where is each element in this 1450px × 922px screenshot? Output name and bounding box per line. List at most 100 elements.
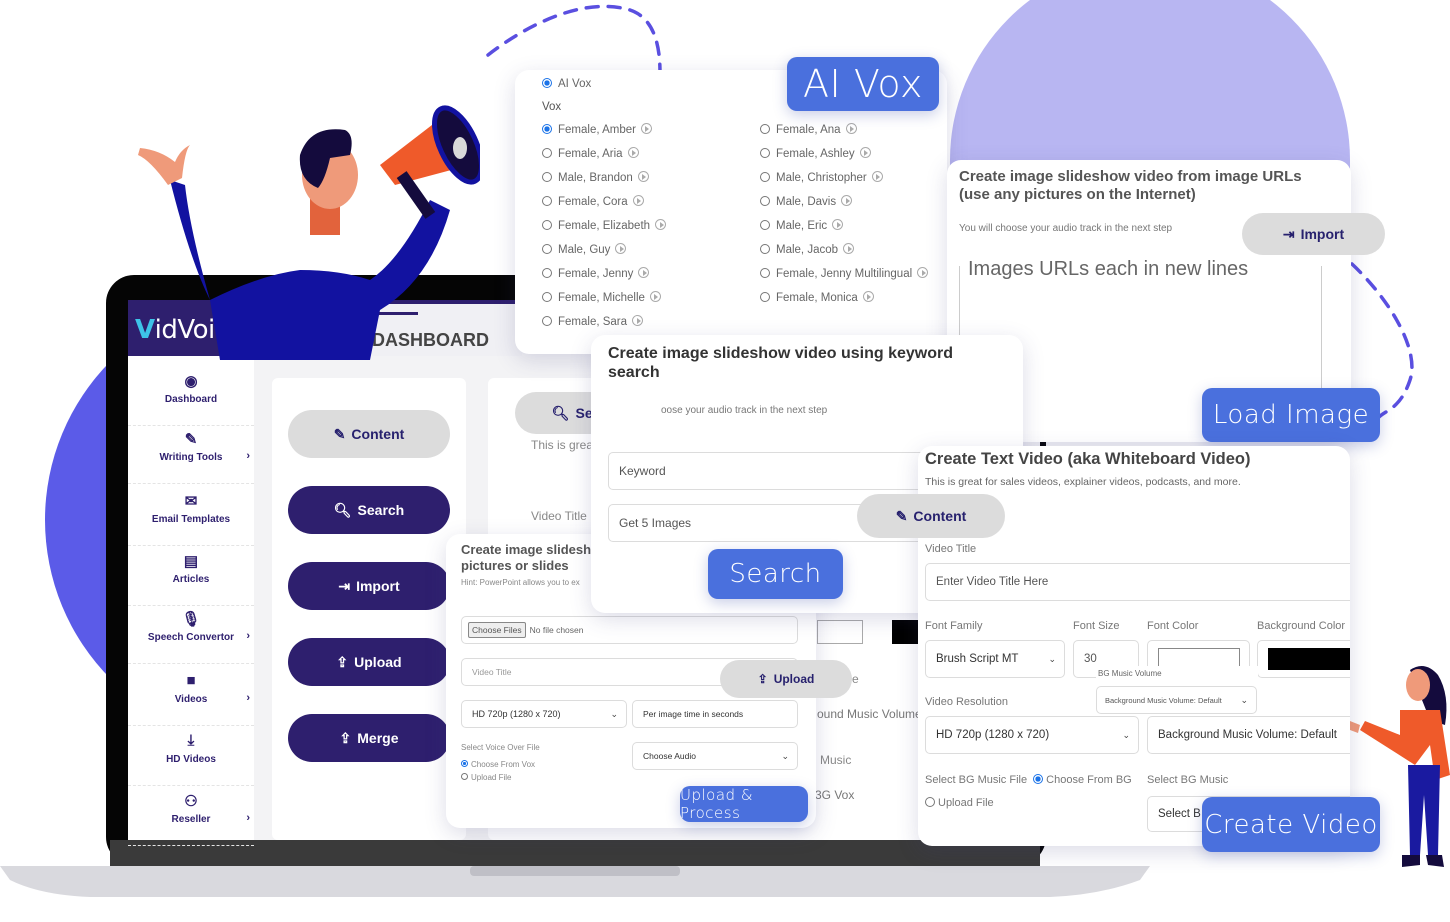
play-preview-icon[interactable]: [871, 171, 883, 183]
play-preview-icon[interactable]: [638, 267, 650, 279]
voice-option[interactable]: Female, Jenny Multilingual: [760, 267, 929, 280]
pencil-icon: ✎: [895, 507, 908, 524]
envelope-icon: ✉: [184, 493, 198, 510]
voice-label: Female, Jenny Multilingual: [776, 268, 913, 280]
chevron-right-icon[interactable]: ›: [246, 450, 250, 462]
upload-icon: ⇪: [757, 672, 768, 686]
bg-music-label: Select BG Music: [1147, 774, 1229, 786]
voice-option[interactable]: Female, Ashley: [760, 147, 871, 160]
play-preview-icon[interactable]: [859, 147, 871, 159]
sidebar-item-reseller[interactable]: ⚇ Reseller ›: [128, 790, 254, 846]
play-preview-icon[interactable]: [615, 243, 627, 255]
keyword-input[interactable]: Keyword: [608, 452, 928, 490]
chevron-right-icon[interactable]: ›: [246, 630, 250, 642]
voice-label: Female, Elizabeth: [558, 220, 651, 232]
sidebar-item-dashboard[interactable]: ◉ Dashboard: [128, 370, 254, 426]
sidebar-item-videos[interactable]: ■ Videos ›: [128, 670, 254, 726]
voice-option[interactable]: Male, Christopher: [760, 171, 883, 184]
search-button[interactable]: 🔍︎ Search: [288, 486, 450, 534]
chevron-right-icon[interactable]: ›: [246, 812, 250, 824]
ai-vox-panel: AI Vox Vox Female, Amber Female, Aria Male…: [515, 70, 947, 354]
radio-empty-icon: [542, 219, 552, 230]
sidebar-item-hd-videos[interactable]: ⤓ HD Videos: [128, 730, 254, 786]
voice-option[interactable]: Male, Brandon: [542, 171, 649, 184]
voice-label: Female, Amber: [558, 124, 636, 136]
radio-empty-icon: [461, 773, 468, 781]
voice-option[interactable]: Female, Michelle: [542, 291, 661, 304]
bg-upload-file-radio[interactable]: Upload File: [925, 797, 994, 809]
text-video-title-input[interactable]: Enter Video Title Here: [925, 563, 1350, 601]
resolution-select[interactable]: HD 720p (1280 x 720) ⌄: [461, 700, 627, 728]
dashed-curve-top: [486, 4, 662, 77]
radio-upload-file[interactable]: Upload File: [461, 773, 511, 782]
file-input[interactable]: Choose Files No file chosen: [461, 616, 798, 644]
radio-empty-icon: [542, 243, 552, 254]
bg-font-color-swatch[interactable]: [817, 620, 863, 644]
per-image-time-input[interactable]: Per image time in seconds: [632, 700, 798, 728]
play-preview-icon[interactable]: [640, 123, 652, 135]
content-button[interactable]: ✎ Content: [288, 410, 450, 458]
choose-files-button[interactable]: Choose Files: [468, 622, 526, 638]
sidebar-item-articles[interactable]: ▤ Articles: [128, 550, 254, 606]
radio-empty-icon: [925, 797, 935, 808]
bg-music-volume-select[interactable]: Background Music Volume: Default: [1147, 716, 1350, 754]
play-preview-icon[interactable]: [832, 219, 844, 231]
play-preview-icon[interactable]: [917, 267, 929, 279]
upload-icon: ⇪: [339, 729, 352, 746]
voice-option[interactable]: Male, Eric: [760, 219, 844, 232]
text-video-resolution-select[interactable]: HD 720p (1280 x 720) ⌄: [925, 716, 1139, 754]
voice-option[interactable]: Female, Sara: [542, 315, 644, 328]
search-submit-button[interactable]: Search: [708, 549, 843, 599]
merge-button[interactable]: ⇪ Merge: [288, 714, 450, 762]
play-preview-icon[interactable]: [841, 195, 853, 207]
ai-vox-radio[interactable]: AI Vox: [542, 77, 591, 90]
video-title-label: Video Title: [925, 543, 977, 555]
upload-process-button[interactable]: Upload & Process: [680, 786, 808, 822]
voice-option[interactable]: Male, Guy: [542, 243, 627, 256]
play-preview-icon[interactable]: [845, 123, 857, 135]
create-video-button[interactable]: Create Video: [1202, 797, 1380, 852]
sidebar-item-speech-convertor[interactable]: 🎙 Speech Convertor ›: [128, 608, 254, 664]
radio-selected-icon[interactable]: [1033, 774, 1044, 785]
voice-option[interactable]: Female, Jenny: [542, 267, 650, 280]
play-preview-icon[interactable]: [649, 291, 661, 303]
radio-empty-icon: [760, 123, 770, 134]
bg-partial-music: Music: [820, 753, 852, 767]
chevron-down-icon: ⌄: [1240, 694, 1248, 705]
play-preview-icon[interactable]: [655, 219, 667, 231]
bg-music-volume-popup: BG Music Volume Background Music Volume:…: [1096, 666, 1258, 714]
play-preview-icon[interactable]: [637, 171, 649, 183]
import-button[interactable]: ⇥ Import: [288, 562, 450, 610]
voice-option[interactable]: Female, Aria: [542, 147, 639, 160]
play-preview-icon[interactable]: [862, 291, 874, 303]
bg-bg-color-swatch[interactable]: [892, 620, 920, 644]
sidebar-item-email-templates[interactable]: ✉ Email Templates: [128, 490, 254, 546]
voice-option[interactable]: Male, Jacob: [760, 243, 855, 256]
radio-choose-from-vox[interactable]: Choose From Vox: [461, 760, 535, 769]
voice-option[interactable]: Female, Ana: [760, 123, 857, 136]
content-pill[interactable]: ✎ Content: [857, 494, 1005, 538]
upload-pill[interactable]: ⇪ Upload: [720, 660, 852, 698]
sidebar-item-writing-tools[interactable]: ✎ Writing Tools ›: [128, 428, 254, 484]
image-urls-placeholder: Images URLs each in new lines: [968, 258, 1257, 281]
upload-panel-title-line2: pictures or slides: [461, 558, 569, 573]
play-preview-icon[interactable]: [632, 195, 644, 207]
upload-button[interactable]: ⇪ Upload: [288, 638, 450, 686]
import-pill[interactable]: ⇥ Import: [1242, 213, 1385, 255]
play-preview-icon[interactable]: [627, 147, 639, 159]
voice-label: Male, Jacob: [776, 244, 839, 256]
play-preview-icon[interactable]: [843, 243, 855, 255]
voice-option[interactable]: Male, Davis: [760, 195, 853, 208]
voice-option[interactable]: Female, Elizabeth: [542, 219, 667, 232]
text-video-desc: This is great for sales videos, explaine…: [925, 476, 1241, 488]
chevron-right-icon[interactable]: ›: [246, 692, 250, 704]
font-family-select[interactable]: Brush Script MT ⌄: [925, 640, 1065, 678]
url-panel-title-line1: Create image slideshow video from image …: [959, 168, 1302, 185]
bg-color-picker[interactable]: [1257, 640, 1350, 678]
play-preview-icon[interactable]: [632, 315, 644, 327]
bg-music-volume-popup-select[interactable]: Background Music Volume: Default ⌄: [1096, 686, 1257, 714]
voice-option[interactable]: Female, Amber: [542, 123, 652, 136]
voice-option[interactable]: Female, Monica: [760, 291, 874, 304]
voice-option[interactable]: Female, Cora: [542, 195, 644, 208]
choose-audio-select[interactable]: Choose Audio ⌄: [632, 742, 798, 770]
